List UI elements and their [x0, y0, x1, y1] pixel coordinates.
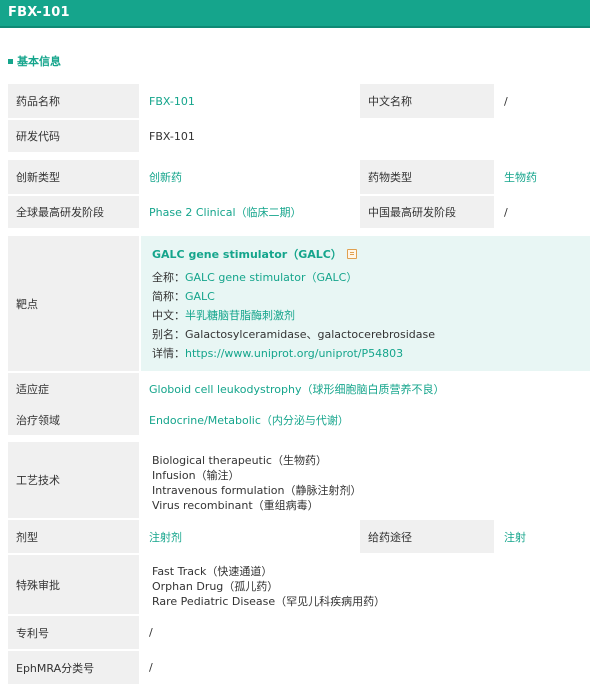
page-title: FBX-101 — [8, 5, 70, 20]
target-detail-label: 详情： — [152, 347, 185, 360]
drug-type-label: 药物类型 — [360, 160, 494, 194]
section-heading: 基本信息 — [8, 53, 61, 69]
indication-label: 适应症 — [8, 373, 139, 404]
technology-item: Infusion（输注） — [152, 469, 240, 482]
patent-value: / — [141, 616, 590, 649]
target-cn-row: 中文：半乳糖脑苷脂酶刺激剂 — [152, 307, 295, 323]
drug-name-label: 药品名称 — [8, 84, 139, 118]
drug-name-value[interactable]: FBX-101 — [141, 84, 355, 118]
target-full-row: 全称：GALC gene stimulator（GALC） — [152, 269, 357, 285]
patent-label: 专利号 — [8, 616, 139, 649]
code-value: FBX-101 — [141, 120, 590, 152]
dosage-form-value[interactable]: 注射剂 — [141, 520, 355, 553]
technology-item: Biological therapeutic（生物药） — [152, 454, 327, 467]
indication-value[interactable]: Globoid cell leukodystrophy（球形细胞脑白质营养不良） — [141, 373, 590, 404]
innovation-type-label: 创新类型 — [8, 160, 139, 194]
global-phase-value[interactable]: Phase 2 Clinical（临床二期） — [141, 196, 355, 228]
global-phase-label: 全球最高研发阶段 — [8, 196, 139, 228]
target-name[interactable]: GALC gene stimulator（GALC） — [152, 248, 342, 261]
technology-item: Intravenous formulation（静脉注射剂） — [152, 484, 362, 497]
target-abbr-label: 简称： — [152, 290, 185, 303]
target-detail-row: 详情：https://www.uniprot.org/uniprot/P5480… — [152, 345, 403, 361]
target-cn-value[interactable]: 半乳糖脑苷脂酶刺激剂 — [185, 309, 295, 322]
cn-name-value: / — [496, 84, 590, 118]
target-abbr-value[interactable]: GALC — [185, 290, 215, 303]
ephmra-value: / — [141, 651, 590, 684]
section-bullet-icon — [8, 58, 13, 64]
therapy-area-label: 治疗领域 — [8, 404, 139, 435]
therapy-area-value[interactable]: Endocrine/Metabolic（内分泌与代谢） — [141, 404, 590, 435]
target-label: 靶点 — [8, 236, 139, 371]
copy-icon[interactable] — [346, 249, 357, 259]
page-header: FBX-101 — [0, 0, 590, 28]
technology-label: 工艺技术 — [8, 442, 139, 518]
target-cn-label: 中文： — [152, 309, 185, 322]
drug-type-value[interactable]: 生物药 — [496, 160, 590, 194]
approval-item: Fast Track（快速通道） — [152, 565, 273, 578]
special-approval-label: 特殊审批 — [8, 555, 139, 614]
target-alias-row: 别名：Galactosylceramidase、galactocerebrosi… — [152, 326, 435, 342]
approval-item: Rare Pediatric Disease（罕见儿科疾病用药） — [152, 595, 386, 608]
cn-name-label: 中文名称 — [360, 84, 494, 118]
section-title: 基本信息 — [17, 55, 61, 68]
technology-item: Virus recombinant（重组病毒） — [152, 499, 319, 512]
target-alias-value: Galactosylceramidase、galactocerebrosidas… — [185, 328, 435, 341]
target-full-label: 全称： — [152, 271, 185, 284]
target-heading: GALC gene stimulator（GALC） — [152, 246, 357, 262]
ephmra-label: EphMRA分类号 — [8, 651, 139, 684]
route-label: 给药途径 — [360, 520, 494, 553]
dosage-form-label: 剂型 — [8, 520, 139, 553]
innovation-type-value[interactable]: 创新药 — [141, 160, 355, 194]
target-detail-link[interactable]: https://www.uniprot.org/uniprot/P54803 — [185, 347, 403, 360]
code-label: 研发代码 — [8, 120, 139, 152]
approval-item: Orphan Drug（孤儿药） — [152, 580, 279, 593]
target-full-value[interactable]: GALC gene stimulator（GALC） — [185, 271, 357, 284]
cn-phase-label: 中国最高研发阶段 — [360, 196, 494, 228]
target-alias-label: 别名： — [152, 328, 185, 341]
route-value[interactable]: 注射 — [496, 520, 590, 553]
target-abbr-row: 简称：GALC — [152, 288, 215, 304]
cn-phase-value: / — [496, 196, 590, 228]
